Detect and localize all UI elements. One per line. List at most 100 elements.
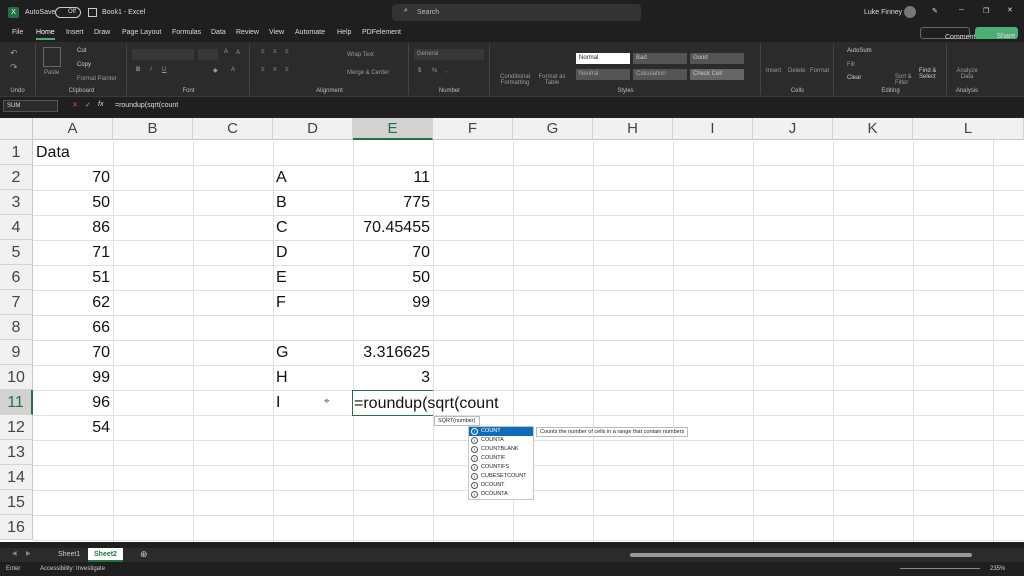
align-middle-icon[interactable]: ≡ <box>273 49 277 55</box>
row-header-15[interactable]: 15 <box>0 490 33 515</box>
align-left-icon[interactable]: ≡ <box>261 67 265 73</box>
editing-cell-text[interactable]: =roundup(sqrt(count <box>354 391 499 416</box>
cell-d4[interactable]: C <box>276 215 350 240</box>
style-bad[interactable]: Bad <box>633 53 687 64</box>
autocomplete-item-dcounta[interactable]: f DCOUNTA <box>469 490 533 499</box>
cell-a10[interactable]: 99 <box>36 365 110 390</box>
cell-d7[interactable]: F <box>276 290 350 315</box>
cell-a6[interactable]: 51 <box>36 265 110 290</box>
tab-draw[interactable]: Draw <box>94 29 110 36</box>
tab-formulas[interactable]: Formulas <box>172 29 201 36</box>
zoom-slider[interactable] <box>900 568 980 569</box>
row-header-14[interactable]: 14 <box>0 465 33 490</box>
sheet-tab-sheet1[interactable]: Sheet1 <box>58 551 80 558</box>
autocomplete-item-dcount[interactable]: f DCOUNT <box>469 481 533 490</box>
row-header-9[interactable]: 9 <box>0 340 33 365</box>
cell-a11[interactable]: 96 <box>36 390 110 415</box>
delete-cells-button[interactable]: Delete <box>788 68 805 74</box>
redo-icon[interactable]: ↷ <box>10 62 18 73</box>
minimize-icon[interactable]: ─ <box>959 7 964 14</box>
column-header-g[interactable]: G <box>513 118 593 140</box>
tab-file[interactable]: File <box>12 29 23 36</box>
style-normal[interactable]: Normal <box>576 53 630 64</box>
name-box[interactable]: SUM <box>3 100 58 112</box>
cell-a9[interactable]: 70 <box>36 340 110 365</box>
tab-home[interactable]: Home <box>36 29 55 40</box>
cell-a7[interactable]: 62 <box>36 290 110 315</box>
save-icon[interactable] <box>88 8 97 17</box>
avatar[interactable] <box>904 6 916 18</box>
row-header-2[interactable]: 2 <box>0 165 33 190</box>
row-header-7[interactable]: 7 <box>0 290 33 315</box>
row-header-10[interactable]: 10 <box>0 365 33 390</box>
autosum-button[interactable]: AutoSum <box>847 48 872 54</box>
autocomplete-list[interactable]: f COUNT f COUNTA f COUNTBLANK f COUNTIF f COUNTIF… <box>468 426 534 500</box>
tab-review[interactable]: Review <box>236 29 259 36</box>
cell-a8[interactable]: 66 <box>36 315 110 340</box>
cell-e2[interactable]: 11 <box>356 165 430 190</box>
format-painter-button[interactable]: Format Painter <box>77 76 117 82</box>
align-right-icon[interactable]: ≡ <box>285 67 289 73</box>
cell-e7[interactable]: 99 <box>356 290 430 315</box>
sort-filter-button[interactable]: Sort & Filter <box>895 74 919 86</box>
cell-a2[interactable]: 70 <box>36 165 110 190</box>
cell-d5[interactable]: D <box>276 240 350 265</box>
clear-button[interactable]: Clear <box>847 75 861 81</box>
cell-a5[interactable]: 71 <box>36 240 110 265</box>
analyze-data-button[interactable]: Analyze Data <box>952 68 982 80</box>
number-format-box[interactable]: General <box>414 49 484 60</box>
style-calculation[interactable]: Calculation <box>633 69 687 80</box>
cell-a1[interactable]: Data <box>36 140 110 165</box>
sheet-tab-sheet2[interactable]: Sheet2 <box>88 548 123 562</box>
row-header-6[interactable]: 6 <box>0 265 33 290</box>
row-header-11[interactable]: 11 <box>0 390 33 415</box>
enter-icon[interactable]: ✓ <box>85 101 91 109</box>
wrap-text-button[interactable]: Wrap Text <box>347 52 374 58</box>
comments-button[interactable]: Comments <box>920 27 979 41</box>
bold-icon[interactable]: B <box>136 67 140 73</box>
horizontal-scrollbar[interactable] <box>630 553 972 557</box>
function-tooltip[interactable]: SQRT(number) <box>434 416 480 426</box>
row-header-4[interactable]: 4 <box>0 215 33 240</box>
cell-e4[interactable]: 70.45455 <box>356 215 430 240</box>
cell-d9[interactable]: G <box>276 340 350 365</box>
cancel-icon[interactable]: ✕ <box>72 101 78 109</box>
tab-view[interactable]: View <box>269 29 284 36</box>
italic-icon[interactable]: I <box>150 67 152 73</box>
cell-e5[interactable]: 70 <box>356 240 430 265</box>
autocomplete-item-cubesetcount[interactable]: f CUBESETCOUNT <box>469 472 533 481</box>
copy-button[interactable]: Copy <box>77 62 91 68</box>
column-header-k[interactable]: K <box>833 118 913 140</box>
column-header-d[interactable]: D <box>273 118 353 140</box>
cell-d11[interactable]: I <box>276 390 350 415</box>
fill-button[interactable]: Fill <box>847 62 855 68</box>
font-name-box[interactable] <box>132 49 194 60</box>
cell-a4[interactable]: 86 <box>36 215 110 240</box>
tab-insert[interactable]: Insert <box>66 29 84 36</box>
tab-data[interactable]: Data <box>211 29 226 36</box>
align-top-icon[interactable]: ≡ <box>261 49 265 55</box>
paste-label[interactable]: Paste <box>44 70 59 76</box>
autocomplete-item-count[interactable]: f COUNT <box>469 427 533 436</box>
pen-icon[interactable]: ✎ <box>932 7 938 15</box>
format-as-table-button[interactable]: Format as Table <box>537 74 567 86</box>
insert-function-icon[interactable]: fx <box>98 101 103 108</box>
style-neutral[interactable]: Neutral <box>576 69 630 80</box>
increase-font-icon[interactable]: A <box>224 49 228 55</box>
cell-a3[interactable]: 50 <box>36 190 110 215</box>
tab-page-layout[interactable]: Page Layout <box>122 29 161 36</box>
merge-center-button[interactable]: Merge & Center <box>347 70 389 76</box>
insert-cells-button[interactable]: Insert <box>766 68 781 74</box>
column-header-b[interactable]: B <box>113 118 193 140</box>
cell-e6[interactable]: 50 <box>356 265 430 290</box>
cell-e3[interactable]: 775 <box>356 190 430 215</box>
cut-button[interactable]: Cut <box>77 48 86 54</box>
column-header-f[interactable]: F <box>433 118 513 140</box>
autocomplete-item-countif[interactable]: f COUNTIF <box>469 454 533 463</box>
column-header-a[interactable]: A <box>33 118 113 140</box>
align-center-icon[interactable]: ≡ <box>273 67 277 73</box>
cell-d2[interactable]: A <box>276 165 350 190</box>
conditional-formatting-button[interactable]: Conditional Formatting <box>497 74 533 86</box>
column-header-i[interactable]: I <box>673 118 753 140</box>
row-header-8[interactable]: 8 <box>0 315 33 340</box>
